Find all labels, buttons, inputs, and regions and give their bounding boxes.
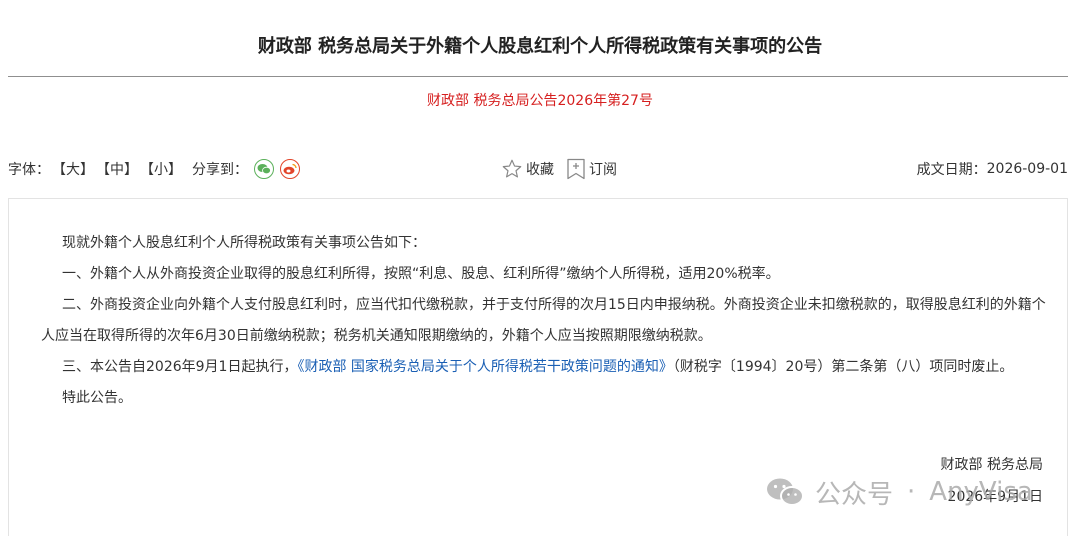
share-weibo-button[interactable]	[280, 159, 300, 179]
watermark-separator: ·	[907, 477, 916, 507]
wechat-watermark-icon	[767, 478, 804, 506]
issue-date-label: 成文日期：	[916, 162, 987, 178]
subscribe-button[interactable]: 订阅	[566, 158, 617, 180]
action-group: 收藏 订阅	[501, 157, 629, 181]
favorite-label: 收藏	[526, 162, 554, 178]
favorite-button[interactable]: 收藏	[501, 158, 554, 180]
watermark-account: AnyVisa	[929, 477, 1033, 507]
wechat-icon	[257, 164, 271, 175]
star-icon	[502, 159, 522, 178]
subscribe-icon	[567, 158, 585, 180]
share-wechat-button[interactable]	[254, 159, 274, 179]
watermark: 公众号 · AnyVisa	[765, 474, 1033, 510]
title-divider	[8, 76, 1068, 77]
item-3-paragraph: 三、本公告自2026年9月1日起执行，《财政部 国家税务总局关于个人所得税若干政…	[62, 352, 1067, 383]
item-1-paragraph: 一、外籍个人从外商投资企业取得的股息红利所得，按照“利息、股息、红利所得”缴纳个…	[62, 266, 780, 282]
subscribe-label: 订阅	[589, 162, 617, 178]
item-3-text-end: （财税字〔1994〕20号）第二条第（八）项同时废止。	[672, 359, 1014, 375]
intro-paragraph: 现就外籍个人股息红利个人所得税政策有关事项公告如下：	[62, 235, 426, 251]
referenced-notice-link[interactable]: 《财政部 国家税务总局关于个人所得税若干政策问题的通知》	[297, 359, 672, 375]
font-size-medium-button[interactable]: 【中】	[96, 159, 138, 179]
item-2-paragraph: 二、外商投资企业向外籍个人支付股息红利时，应当代扣代缴税款，并于支付所得的次月1…	[41, 297, 1046, 344]
closing-paragraph: 特此公告。	[62, 390, 132, 406]
document-number: 财政部 税务总局公告2026年第27号	[427, 93, 653, 109]
font-size-group: 字体： 【大】 【中】 【小】 分享到：	[8, 157, 300, 181]
toolbar: 字体： 【大】 【中】 【小】 分享到： 收藏 订阅 成文日期： 2026-09…	[8, 157, 1068, 181]
item-3-text-start: 三、本公告自2026年9月1日起执行，	[62, 359, 298, 375]
issue-date-value: 2026-09-01	[986, 161, 1068, 177]
document-title: 财政部 税务总局关于外籍个人股息红利个人所得税政策有关事项的公告	[257, 36, 823, 57]
share-label: 分享到：	[192, 162, 248, 178]
font-size-large-button[interactable]: 【大】	[52, 159, 94, 179]
font-size-small-button[interactable]: 【小】	[140, 159, 182, 179]
watermark-platform: 公众号	[815, 479, 894, 510]
font-size-label: 字体：	[8, 162, 50, 178]
issue-date: 成文日期： 2026-09-01	[917, 157, 1068, 181]
weibo-icon	[283, 163, 297, 175]
